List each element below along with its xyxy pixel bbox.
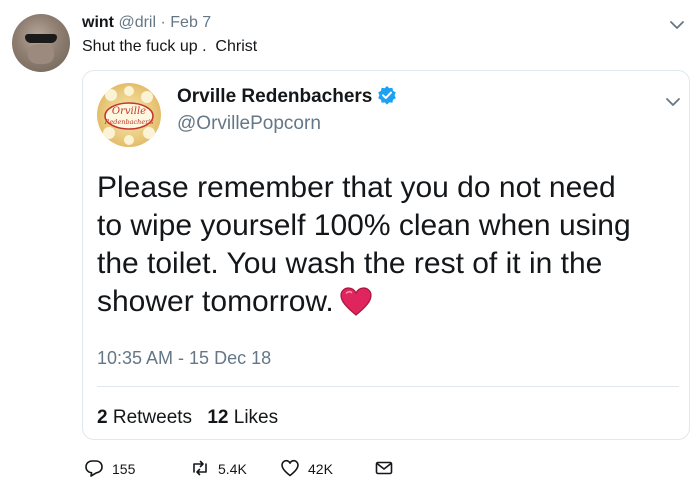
- author-handle[interactable]: @dril: [118, 14, 156, 31]
- quoted-timestamp[interactable]: 10:35 AM - 15 Dec 18: [97, 347, 271, 369]
- tweet-date[interactable]: Feb 7: [170, 14, 211, 31]
- avatar-face: [28, 44, 54, 64]
- reply-count: 155: [112, 461, 136, 477]
- quoted-tweet-text: Please remember that you do not need to …: [97, 169, 685, 321]
- quoted-text-line: Please remember that you do not need: [97, 171, 616, 204]
- retweets-count[interactable]: 2: [97, 407, 108, 428]
- retweet-icon: [190, 458, 210, 481]
- quoted-text-line: shower tomorrow.: [97, 285, 334, 318]
- likes-count[interactable]: 12: [207, 407, 228, 428]
- retweet-button[interactable]: 5.4K: [190, 458, 247, 480]
- red-heart-emoji: [340, 287, 372, 317]
- quoted-text-last-line: shower tomorrow.: [97, 283, 685, 321]
- chevron-down-icon[interactable]: [664, 93, 682, 111]
- chevron-down-icon[interactable]: [668, 16, 686, 34]
- direct-message-button[interactable]: [374, 458, 394, 480]
- quoted-text-line: the toilet. You wash the rest of it in t…: [97, 247, 603, 280]
- author-name[interactable]: wint: [82, 14, 114, 31]
- verified-badge-icon: [377, 85, 397, 105]
- like-button[interactable]: 42K: [280, 458, 333, 480]
- quoted-author-name[interactable]: Orville Redenbachers: [177, 85, 397, 109]
- svg-text:Redenbacher's: Redenbacher's: [104, 118, 155, 126]
- heart-icon: [280, 458, 300, 481]
- divider: [97, 386, 679, 387]
- quoted-tweet-card[interactable]: Orville Redenbacher's Orville Redenbache…: [82, 70, 690, 440]
- avatar-sunglasses: [25, 34, 57, 43]
- retweets-label[interactable]: Retweets: [113, 407, 192, 428]
- header-separator: ·: [160, 14, 166, 31]
- tweet-header: wint @dril · Feb 7: [82, 13, 211, 33]
- avatar[interactable]: [12, 14, 70, 72]
- reply-button[interactable]: 155: [84, 458, 135, 480]
- quoted-avatar[interactable]: Orville Redenbacher's: [97, 83, 161, 147]
- like-count: 42K: [308, 461, 333, 477]
- reply-icon: [84, 458, 104, 481]
- quoted-author-name-text: Orville Redenbachers: [177, 86, 373, 107]
- quoted-stats: 2 Retweets 12 Likes: [97, 407, 288, 429]
- likes-label[interactable]: Likes: [234, 407, 278, 428]
- envelope-icon: [374, 458, 394, 481]
- retweet-count: 5.4K: [218, 461, 247, 477]
- quoted-text-line: to wipe yourself 100% clean when using: [97, 209, 631, 242]
- tweet-page: wint @dril · Feb 7 Shut the fuck up . Ch…: [0, 0, 700, 488]
- quoted-author-handle[interactable]: @OrvillePopcorn: [177, 112, 321, 136]
- svg-text:Orville: Orville: [112, 106, 146, 117]
- tweet-text: Shut the fuck up . Christ: [82, 38, 258, 55]
- popcorn-logo-icon: Orville Redenbacher's: [103, 86, 155, 145]
